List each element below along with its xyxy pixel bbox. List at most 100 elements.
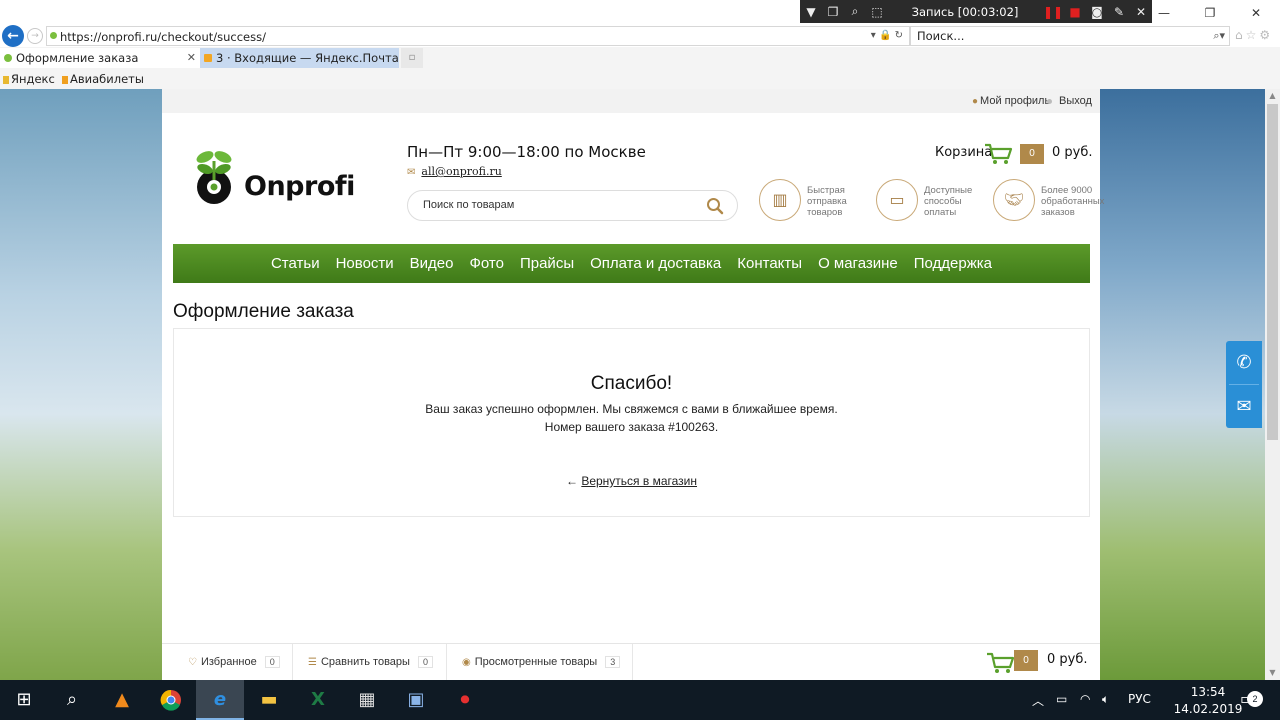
volume-icon[interactable]: 🔈︎ xyxy=(1102,692,1109,707)
feature-text: Доступные способы оплаты xyxy=(924,185,973,218)
tab-mail[interactable]: 3 · Входящие — Яндекс.Почта xyxy=(200,48,399,68)
background-sky-left xyxy=(0,89,162,680)
compare-count: 0 xyxy=(417,656,433,668)
tab-checkout[interactable]: Оформление заказа ✕ xyxy=(0,48,200,68)
back-to-shop-link[interactable]: Вернуться в магазин xyxy=(581,474,697,488)
back-button[interactable]: ← xyxy=(2,25,24,47)
product-search[interactable] xyxy=(407,190,738,221)
calculator-icon[interactable]: ▦ xyxy=(343,680,391,720)
menu-item-news[interactable]: Новости xyxy=(336,244,394,283)
favorites-bar: Яндекс Авиабилеты xyxy=(0,69,1280,89)
wifi-icon[interactable]: ◠ xyxy=(1080,692,1090,706)
success-message: Ваш заказ успешно оформлен. Мы свяжемся … xyxy=(425,402,838,416)
windows-taskbar: ⊞ ⌕ ▲ e ▬ X ▦ ▣ ⏺ ︿ ▭ ◠ 🔈︎ РУС 13:54 14.… xyxy=(0,680,1280,720)
site-logo[interactable]: Onprofi xyxy=(192,143,367,207)
screen-recorder-toolbar: ▼ ❐ ⌕ ⬚ Запись [00:03:02] ❚❚ ■ ◙ ✎ ✕ xyxy=(800,0,1152,23)
excel-icon[interactable]: X xyxy=(294,680,342,720)
logo-text: Onprofi xyxy=(244,171,355,202)
envelope-icon: ✉ xyxy=(407,167,416,178)
menu-item-contacts[interactable]: Контакты xyxy=(737,244,802,283)
favorites-link[interactable]: ♡ Избранное 0 xyxy=(188,656,280,668)
feature-text: Более 9000 обработанных заказов xyxy=(1041,185,1105,218)
show-hidden-icons-icon[interactable]: ︿ xyxy=(1032,692,1044,709)
internet-explorer-icon[interactable]: e xyxy=(196,680,244,720)
lock-refresh-icons[interactable]: ▾ 🔒 ↻ xyxy=(871,30,903,41)
cart-icon[interactable] xyxy=(984,142,1014,166)
order-number: Номер вашего заказа #100263. xyxy=(544,420,719,434)
window-title-strip: ▼ ❐ ⌕ ⬚ Запись [00:03:02] ❚❚ ■ ◙ ✎ ✕ — ❐… xyxy=(0,0,1280,25)
network-app-icon[interactable]: ▣ xyxy=(392,680,440,720)
browser-search-box[interactable]: ⌕▾ xyxy=(910,26,1230,46)
battery-icon[interactable]: ▭ xyxy=(1056,692,1067,706)
viewed-label: Просмотренные товары xyxy=(474,656,598,668)
logout-link[interactable]: Выход xyxy=(1059,95,1092,107)
address-text[interactable]: https://onprofi.ru/checkout/success/ xyxy=(60,30,266,44)
compare-link[interactable]: ☰ Сравнить товары 0 xyxy=(308,656,433,668)
recorder-region-icon[interactable]: ⬚ xyxy=(866,5,888,19)
address-bar[interactable]: https://onprofi.ru/checkout/success/ ▾ 🔒… xyxy=(46,26,910,46)
recorder-camera-icon[interactable]: ◙ xyxy=(1086,5,1108,19)
restore-button[interactable]: ❐ xyxy=(1187,3,1233,23)
recorder-zoom-icon[interactable]: ⌕ xyxy=(844,4,866,19)
mail-icon[interactable]: ✉ xyxy=(1226,385,1262,428)
contact-email: ✉ all@onprofi.ru xyxy=(407,165,502,178)
menu-item-photo[interactable]: Фото xyxy=(470,244,504,283)
menu-item-support[interactable]: Поддержка xyxy=(914,244,992,283)
tab-strip: Оформление заказа ✕ 3 · Входящие — Яндек… xyxy=(0,47,1280,69)
favorite-avia[interactable]: Авиабилеты xyxy=(62,72,144,86)
favorites-label: Избранное xyxy=(200,656,257,668)
menu-item-video[interactable]: Видео xyxy=(410,244,454,283)
search-taskbar-icon[interactable]: ⌕ xyxy=(48,680,96,720)
recorder-app-icon[interactable]: ⏺ xyxy=(441,680,489,720)
menu-item-delivery[interactable]: Оплата и доставка xyxy=(590,244,721,283)
handshake-icon: 🤝︎ xyxy=(993,179,1035,221)
site-topbar: ● Мой профиль Выход xyxy=(162,89,1100,113)
bottom-cart-icon[interactable] xyxy=(986,651,1016,675)
menu-item-about[interactable]: О магазине xyxy=(818,244,898,283)
language-indicator[interactable]: РУС xyxy=(1128,692,1151,706)
tab-close-icon[interactable]: ✕ xyxy=(187,48,196,68)
email-link[interactable]: all@onprofi.ru xyxy=(421,165,501,178)
recorder-menu-icon[interactable]: ▼ xyxy=(800,5,822,19)
cart-count-badge: 0 xyxy=(1020,144,1044,164)
cart-total: 0 руб. xyxy=(1052,145,1093,160)
profile-link[interactable]: ● Мой профиль xyxy=(972,95,1050,107)
vlc-icon[interactable]: ▲ xyxy=(98,680,146,720)
phone-icon[interactable]: ✆ xyxy=(1226,341,1262,384)
recorder-pause-icon[interactable]: ❚❚ xyxy=(1042,5,1064,19)
scroll-thumb[interactable] xyxy=(1267,104,1278,440)
favorite-yandex[interactable]: Яндекс xyxy=(3,72,55,86)
bottom-sticky-bar: ♡ Избранное 0 ☰ Сравнить товары 0 ◉ Просмотре… xyxy=(162,643,1100,680)
card-icon: ▭ xyxy=(876,179,918,221)
product-search-input[interactable] xyxy=(423,199,693,211)
chrome-icon[interactable] xyxy=(147,680,195,720)
favorite-label: Авиабилеты xyxy=(70,72,144,86)
scroll-down-arrow-icon[interactable]: ▼ xyxy=(1265,666,1280,680)
box-icon: ▥ xyxy=(759,179,801,221)
page-scrollbar[interactable]: ▲ ▼ xyxy=(1265,89,1280,680)
scroll-up-arrow-icon[interactable]: ▲ xyxy=(1265,89,1280,103)
menu-item-prices[interactable]: Прайсы xyxy=(520,244,574,283)
start-windows-icon[interactable]: ⊞ xyxy=(0,680,48,720)
menu-item-articles[interactable]: Статьи xyxy=(271,244,320,283)
browser-search-input[interactable] xyxy=(911,27,1201,45)
star-icon xyxy=(3,76,9,84)
recorder-stop-icon[interactable]: ■ xyxy=(1064,5,1086,19)
forward-button[interactable]: → xyxy=(27,28,43,44)
search-icon[interactable]: ⌕▾ xyxy=(1213,29,1225,43)
file-explorer-icon[interactable]: ▬ xyxy=(245,680,293,720)
recorder-pen-icon[interactable]: ✎ xyxy=(1108,5,1130,19)
page-title: Оформление заказа xyxy=(173,301,354,322)
minimize-button[interactable]: — xyxy=(1141,3,1187,23)
close-window-button[interactable]: ✕ xyxy=(1233,3,1279,23)
clock-time[interactable]: 13:54 xyxy=(1178,685,1238,699)
tab-favicon-icon xyxy=(4,54,12,62)
new-tab-button[interactable]: ▫ xyxy=(401,48,423,68)
home-favorites-settings-icons[interactable]: ⌂☆⚙ xyxy=(1235,28,1273,42)
viewed-link[interactable]: ◉ Просмотренные товары 3 xyxy=(462,656,621,668)
tab-label: 3 · Входящие — Яндекс.Почта xyxy=(216,51,399,65)
side-contact-widget: ✆ ✉ xyxy=(1226,341,1262,428)
separator-dot xyxy=(1047,99,1052,104)
recorder-window-icon[interactable]: ❐ xyxy=(822,5,844,19)
search-icon[interactable] xyxy=(706,197,724,215)
